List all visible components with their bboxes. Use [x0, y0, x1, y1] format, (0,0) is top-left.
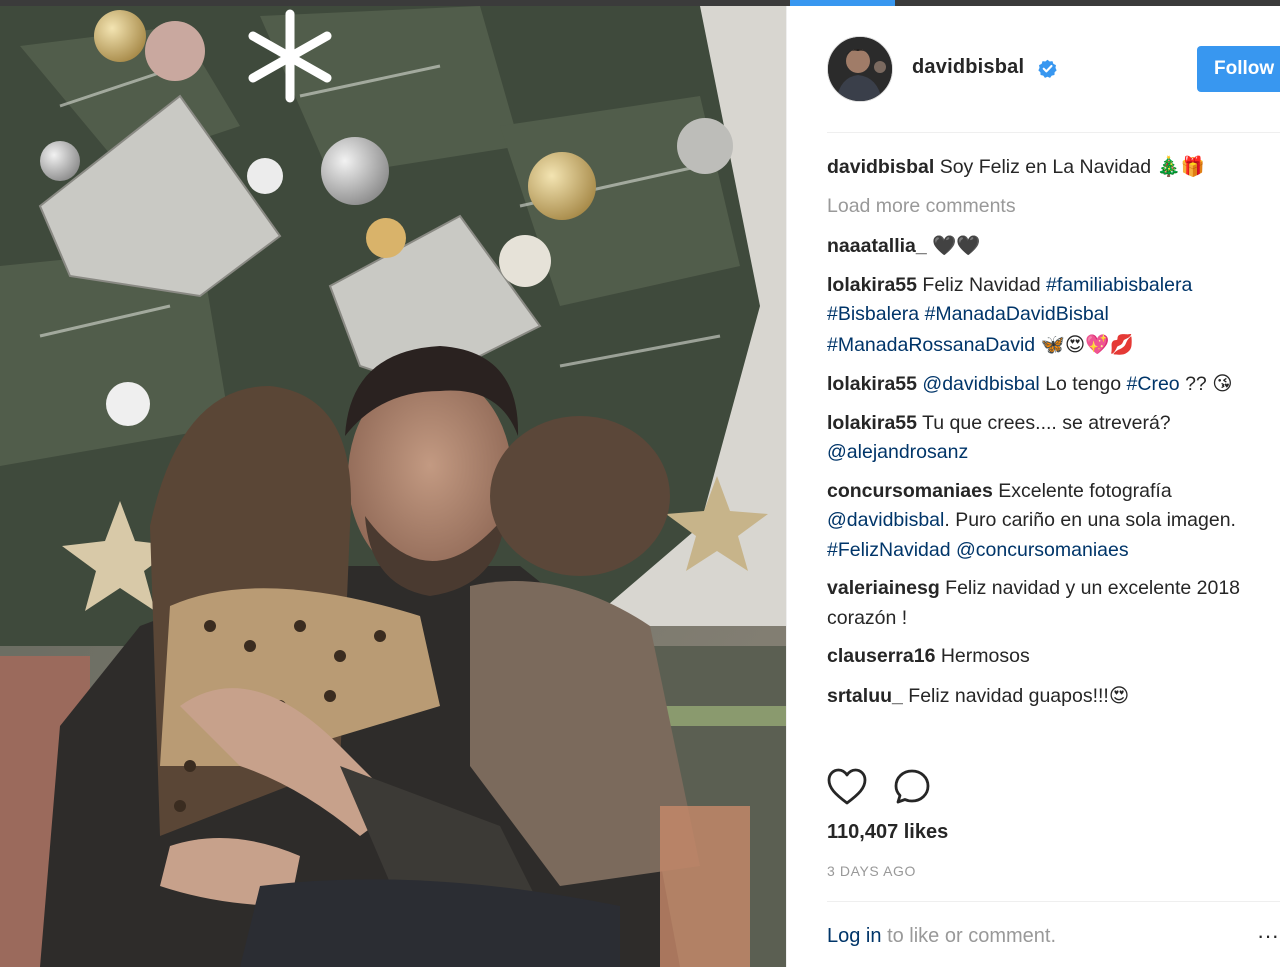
comment-text: . Puro cariño en una sola imagen.: [944, 509, 1236, 531]
username-link[interactable]: davidbisbal: [912, 56, 1024, 79]
verified-badge-icon: [1038, 59, 1057, 78]
post-timestamp[interactable]: 3 DAYS AGO: [827, 863, 916, 879]
post-header: davidbisbal Follow: [787, 6, 1280, 132]
comment-emoji: 🖤🖤: [932, 234, 981, 257]
comment-item: naaatallia_ 🖤🖤: [827, 231, 1267, 262]
login-prompt-text: to like or comment.: [887, 925, 1057, 947]
comment-text: Feliz Navidad: [922, 273, 1041, 296]
comment-text: Tu que crees.... se atreverá?: [922, 411, 1171, 434]
follow-button[interactable]: Follow: [1197, 46, 1280, 92]
hashtag-link[interactable]: #FelizNavidad: [827, 539, 951, 561]
load-more-comments-link[interactable]: Load more comments: [827, 192, 1267, 222]
comment-text: Feliz navidad guapos!!!: [908, 684, 1109, 707]
comment-author[interactable]: lolakira55: [827, 373, 917, 395]
mention-link[interactable]: @davidbisbal: [922, 373, 1039, 395]
comment-author[interactable]: concursomaniaes: [827, 480, 993, 502]
comment-item: clauserra16 Hermosos: [827, 642, 1267, 672]
caption-text: Soy Feliz en La Navidad: [939, 156, 1152, 178]
avatar-image: [828, 37, 892, 101]
comment-author[interactable]: lolakira55: [827, 274, 917, 296]
post-side-panel: davidbisbal Follow davidbisbal Soy Feliz…: [786, 6, 1280, 967]
hashtag-link[interactable]: #Creo: [1127, 373, 1180, 395]
comment-item: concursomaniaes Excelente fotografía @da…: [827, 477, 1267, 566]
caption: davidbisbal Soy Feliz en La Navidad 🎄🎁: [827, 152, 1267, 183]
comment-item: valeriainesg Feliz navidad y un excelent…: [827, 574, 1267, 633]
comment-item: lolakira55 Feliz Navidad #familiabisbale…: [827, 271, 1267, 361]
heart-icon[interactable]: [827, 768, 867, 806]
comment-author[interactable]: valeriainesg: [827, 577, 940, 599]
instagram-post-window: davidbisbal Follow davidbisbal Soy Feliz…: [0, 0, 1280, 967]
comment-text: Excelente fotografía: [998, 479, 1172, 502]
comment-author[interactable]: clauserra16: [827, 645, 935, 667]
comment-item: lolakira55 Tu que crees.... se atreverá?…: [827, 409, 1267, 468]
hashtag-link[interactable]: #familiabisbalera: [1046, 274, 1192, 296]
hashtag-link[interactable]: #ManadaRossanaDavid: [827, 334, 1035, 356]
more-options-icon[interactable]: ···: [1257, 925, 1279, 947]
comment-author[interactable]: srtaluu_: [827, 685, 903, 707]
post-photo-illustration: [0, 6, 786, 967]
comment-emoji: 😘: [1212, 372, 1233, 395]
mention-link[interactable]: @alejandrosanz: [827, 441, 968, 463]
comment-item: lolakira55 @davidbisbal Lo tengo #Creo ?…: [827, 369, 1267, 400]
caption-emojis: 🎄🎁: [1156, 155, 1206, 178]
footer-divider: [827, 901, 1280, 902]
comment-author[interactable]: naaatallia_: [827, 235, 927, 257]
post-photo[interactable]: [0, 6, 786, 967]
mention-link[interactable]: @davidbisbal: [827, 509, 944, 531]
post-actions: [827, 768, 1267, 808]
comment-author[interactable]: lolakira55: [827, 412, 917, 434]
comment-item: srtaluu_ Feliz navidad guapos!!!😍: [827, 681, 1267, 712]
caption-author[interactable]: davidbisbal: [827, 156, 934, 178]
login-prompt: Log in to like or comment.: [827, 925, 1056, 948]
comment-text: Hermosos: [940, 645, 1030, 667]
comment-text: Lo tengo: [1045, 373, 1122, 395]
comments-list: davidbisbal Soy Feliz en La Navidad 🎄🎁 L…: [827, 152, 1267, 711]
mention-link[interactable]: @concursomaniaes: [956, 539, 1129, 561]
hashtag-link[interactable]: #ManadaDavidBisbal: [925, 303, 1109, 325]
comment-bubble-icon[interactable]: [893, 768, 931, 806]
comment-emoji: 😍: [1108, 683, 1130, 707]
hashtag-link[interactable]: #Bisbalera: [827, 303, 919, 325]
comment-emoji: 🦋😍💖💋: [1040, 332, 1134, 356]
likes-count[interactable]: 110,407 likes: [827, 821, 948, 844]
header-divider: [827, 132, 1280, 133]
avatar[interactable]: [827, 36, 893, 102]
login-link[interactable]: Log in: [827, 925, 882, 947]
comment-text: ??: [1185, 373, 1207, 395]
